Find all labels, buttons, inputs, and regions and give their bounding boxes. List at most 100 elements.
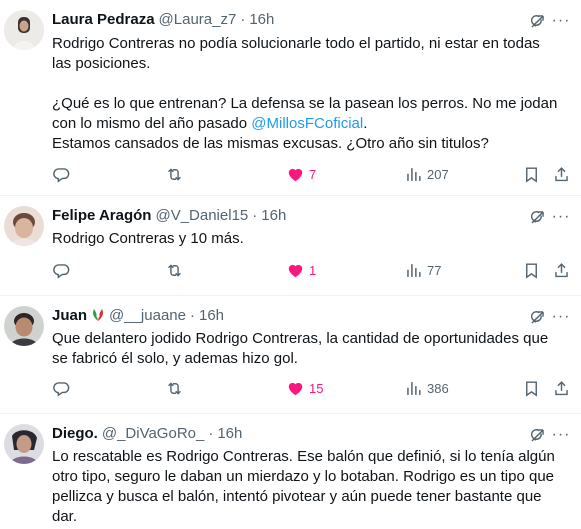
tweet-line: Rodrigo Contreras no podía solucionarle … xyxy=(52,35,540,52)
retweet-icon xyxy=(165,379,184,398)
bookmark-icon xyxy=(522,379,541,398)
tweet-text: Rodrigo Contreras y 10 más. xyxy=(52,229,567,249)
avatar[interactable] xyxy=(4,206,44,246)
view-count: 207 xyxy=(427,166,449,182)
separator-dot: · xyxy=(208,424,214,442)
view-count: 77 xyxy=(427,262,442,278)
author-handle[interactable]: @V_Daniel15 xyxy=(155,207,248,224)
tweet-line: ¿Qué es lo que entrenan? La defensa se l… xyxy=(52,95,558,112)
grok-icon[interactable] xyxy=(527,207,547,227)
retweet-button[interactable] xyxy=(165,379,188,398)
tweet-line: otro tipo, seguro le daban un mierdazo y… xyxy=(52,468,555,485)
share-icon xyxy=(552,379,571,398)
retweet-button[interactable] xyxy=(165,261,188,280)
tweet-line: las posiciones. xyxy=(52,55,151,72)
author-name[interactable]: Laura Pedraza xyxy=(52,11,155,28)
tweet-line: Rodrigo Contreras y 10 más. xyxy=(52,230,244,247)
grok-icon[interactable] xyxy=(527,425,547,445)
like-button[interactable]: 7 xyxy=(286,165,316,184)
like-button[interactable]: 1 xyxy=(286,261,316,280)
retweet-icon xyxy=(165,261,184,280)
like-button[interactable]: 15 xyxy=(286,379,323,398)
more-options-icon[interactable]: ··· xyxy=(551,307,571,327)
timestamp[interactable]: 16h xyxy=(217,425,242,442)
more-options-icon[interactable]: ··· xyxy=(551,425,571,445)
share-button[interactable] xyxy=(552,165,571,184)
author-handle[interactable]: @__juaane xyxy=(109,307,186,324)
tweet[interactable]: Laura Pedraza @Laura_z7 · 16h ··· Rodrig… xyxy=(0,0,581,196)
tweet-line: se fabricó él solo, y ademas hizo gol. xyxy=(52,350,298,367)
tweet-header: Juan @__juaane · 16h xyxy=(52,304,567,326)
share-icon xyxy=(552,261,571,280)
reply-button[interactable] xyxy=(52,165,75,184)
share-icon xyxy=(552,165,571,184)
tweet-line-text: con lo mismo del año pasado xyxy=(52,115,252,132)
author-handle[interactable]: @Laura_z7 xyxy=(159,11,237,28)
like-count: 1 xyxy=(309,262,317,278)
tweet-line: Que delantero jodido Rodrigo Contreras, … xyxy=(52,330,549,347)
tweet-content: Diego. @_DiVaGoRo_ · 16h ··· Lo rescatab… xyxy=(52,422,569,527)
tweet-line: dar. xyxy=(52,508,78,525)
retweet-icon xyxy=(165,165,184,184)
reply-icon xyxy=(52,261,71,280)
tweet-line: pellizca y busca el balón, intentó pivot… xyxy=(52,488,542,505)
avatar[interactable] xyxy=(4,10,44,50)
tweet-header: Laura Pedraza @Laura_z7 · 16h xyxy=(52,8,567,30)
bookmark-button[interactable] xyxy=(522,165,541,184)
tweet-actions: 1 77 xyxy=(52,258,573,282)
separator-dot: · xyxy=(240,10,246,28)
heart-icon xyxy=(286,261,305,280)
bookmark-icon xyxy=(522,261,541,280)
tweet-text: Que delantero jodido Rodrigo Contreras, … xyxy=(52,329,567,369)
more-options-icon[interactable]: ··· xyxy=(551,207,571,227)
reply-button[interactable] xyxy=(52,379,75,398)
tweet[interactable]: Diego. @_DiVaGoRo_ · 16h ··· Lo rescatab… xyxy=(0,414,581,529)
share-button[interactable] xyxy=(552,261,571,280)
grok-icon[interactable] xyxy=(527,11,547,31)
view-count: 386 xyxy=(427,380,449,396)
reply-icon xyxy=(52,379,71,398)
tweet-line: con lo mismo del año pasado @MillosFCofi… xyxy=(52,114,567,134)
tweet-line: Estamos cansados de las mismas excusas. … xyxy=(52,135,489,152)
avatar[interactable] xyxy=(4,424,44,464)
avatar[interactable] xyxy=(4,306,44,346)
more-options-icon[interactable]: ··· xyxy=(551,11,571,31)
mention-link[interactable]: @MillosFCoficial xyxy=(251,115,363,132)
tweet-content: Laura Pedraza @Laura_z7 · 16h ··· Rodrig… xyxy=(52,8,569,154)
like-count: 15 xyxy=(309,380,324,396)
separator-dot: · xyxy=(189,306,195,324)
bookmark-button[interactable] xyxy=(522,261,541,280)
tweet[interactable]: Felipe Aragón @V_Daniel15 · 16h ··· Rodr… xyxy=(0,196,581,296)
retweet-button[interactable] xyxy=(165,165,188,184)
author-name[interactable]: Juan xyxy=(52,307,87,324)
like-count: 7 xyxy=(309,166,317,182)
flag-icon xyxy=(91,307,105,323)
views-button[interactable]: 386 xyxy=(404,379,449,398)
bookmark-icon xyxy=(522,165,541,184)
tweet-header: Diego. @_DiVaGoRo_ · 16h xyxy=(52,422,567,444)
tweet-header: Felipe Aragón @V_Daniel15 · 16h xyxy=(52,204,567,226)
tweet-content: Felipe Aragón @V_Daniel15 · 16h ··· Rodr… xyxy=(52,204,569,249)
mention-suffix: . xyxy=(363,115,368,132)
grok-icon[interactable] xyxy=(527,307,547,327)
tweet-line: Lo rescatable es Rodrigo Contreras. Ese … xyxy=(52,448,555,465)
views-button[interactable]: 77 xyxy=(404,261,441,280)
views-button[interactable]: 207 xyxy=(404,165,449,184)
tweet-text: Rodrigo Contreras no podía solucionarle … xyxy=(52,34,567,154)
author-name[interactable]: Felipe Aragón xyxy=(52,207,151,224)
tweet-actions: 7 207 xyxy=(52,162,573,186)
timestamp[interactable]: 16h xyxy=(199,307,224,324)
author-handle[interactable]: @_DiVaGoRo_ xyxy=(102,425,205,442)
bookmark-button[interactable] xyxy=(522,379,541,398)
timestamp[interactable]: 16h xyxy=(261,207,286,224)
reply-button[interactable] xyxy=(52,261,75,280)
reply-icon xyxy=(52,165,71,184)
views-icon xyxy=(404,261,423,280)
author-name[interactable]: Diego. xyxy=(52,425,98,442)
tweet[interactable]: Juan @__juaane · 16h ··· Que delantero j… xyxy=(0,296,581,414)
share-button[interactable] xyxy=(552,379,571,398)
views-icon xyxy=(404,165,423,184)
tweet-text: Lo rescatable es Rodrigo Contreras. Ese … xyxy=(52,447,567,527)
timestamp[interactable]: 16h xyxy=(249,11,274,28)
tweet-content: Juan @__juaane · 16h ··· Que delantero j… xyxy=(52,304,569,369)
